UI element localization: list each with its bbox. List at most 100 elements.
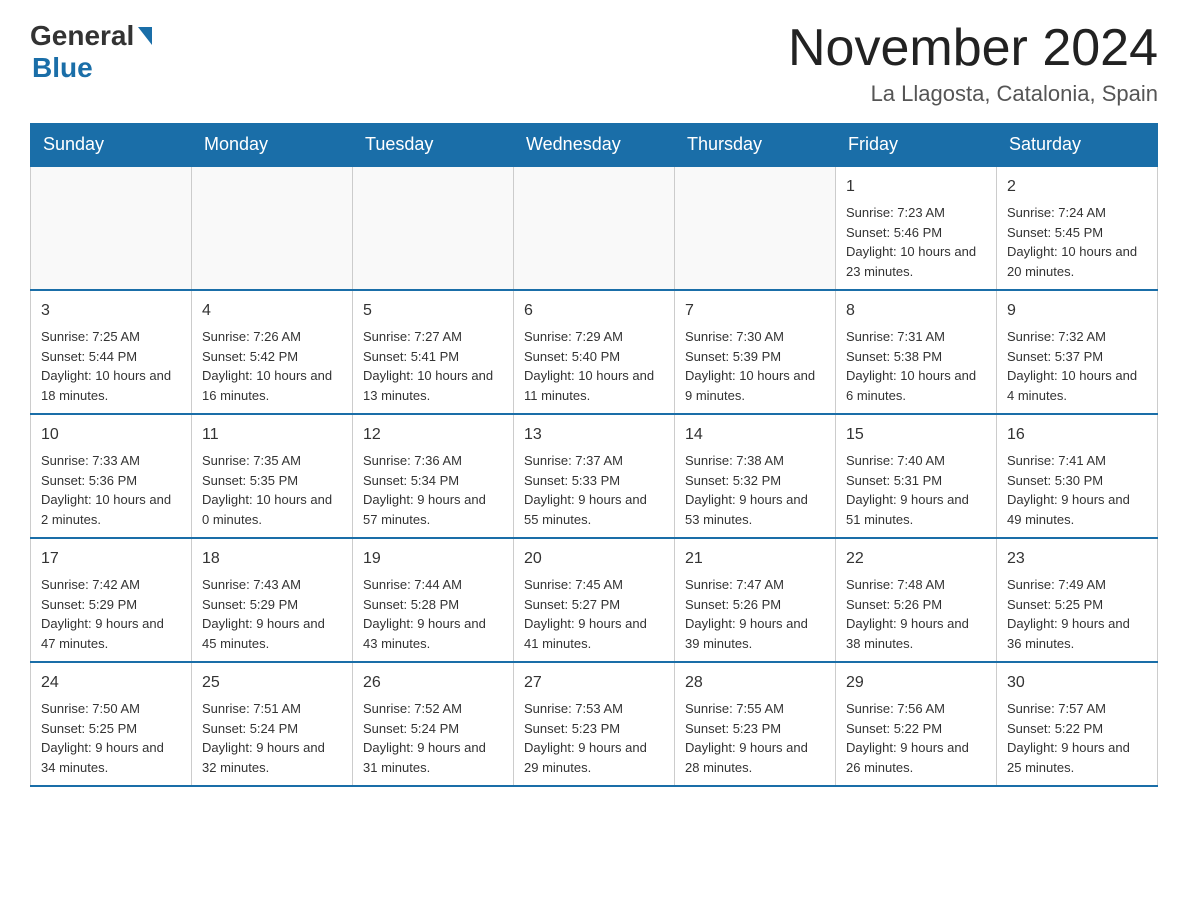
calendar-week-row: 1 Sunrise: 7:23 AM Sunset: 5:46 PM Daylight… [31, 166, 1158, 290]
sunrise-text: Sunrise: 7:32 AM [1007, 329, 1106, 344]
title-block: November 2024 La Llagosta, Catalonia, Sp… [788, 20, 1158, 107]
sunrise-text: Sunrise: 7:38 AM [685, 453, 784, 468]
calendar-table: Sunday Monday Tuesday Wednesday Thursday… [30, 123, 1158, 787]
sunset-text: Sunset: 5:39 PM [685, 349, 781, 364]
sunset-text: Sunset: 5:40 PM [524, 349, 620, 364]
sunset-text: Sunset: 5:46 PM [846, 225, 942, 240]
daylight-text: Daylight: 9 hours and 47 minutes. [41, 616, 164, 651]
daylight-text: Daylight: 10 hours and 0 minutes. [202, 492, 332, 527]
sunrise-text: Sunrise: 7:35 AM [202, 453, 301, 468]
sunset-text: Sunset: 5:31 PM [846, 473, 942, 488]
calendar-cell: 14Sunrise: 7:38 AMSunset: 5:32 PMDayligh… [675, 414, 836, 538]
sunrise-text: Sunrise: 7:45 AM [524, 577, 623, 592]
day-number: 13 [524, 423, 664, 447]
calendar-cell: 12Sunrise: 7:36 AMSunset: 5:34 PMDayligh… [353, 414, 514, 538]
calendar-cell [675, 166, 836, 290]
daylight-text: Daylight: 9 hours and 49 minutes. [1007, 492, 1130, 527]
calendar-cell: 15Sunrise: 7:40 AMSunset: 5:31 PMDayligh… [836, 414, 997, 538]
calendar-cell: 20Sunrise: 7:45 AMSunset: 5:27 PMDayligh… [514, 538, 675, 662]
calendar-cell [31, 166, 192, 290]
day-number: 11 [202, 423, 342, 447]
sunrise-text: Sunrise: 7:57 AM [1007, 701, 1106, 716]
daylight-text: Daylight: 9 hours and 34 minutes. [41, 740, 164, 775]
day-number: 19 [363, 547, 503, 571]
sunset-text: Sunset: 5:30 PM [1007, 473, 1103, 488]
calendar-cell: 3 Sunrise: 7:25 AM Sunset: 5:44 PM Daylight… [31, 290, 192, 414]
sunrise-text: Sunrise: 7:29 AM [524, 329, 623, 344]
sunrise-text: Sunrise: 7:47 AM [685, 577, 784, 592]
calendar-cell: 19Sunrise: 7:44 AMSunset: 5:28 PMDayligh… [353, 538, 514, 662]
col-friday: Friday [836, 124, 997, 167]
daylight-text: Daylight: 9 hours and 29 minutes. [524, 740, 647, 775]
sunrise-text: Sunrise: 7:26 AM [202, 329, 301, 344]
sunrise-text: Sunrise: 7:53 AM [524, 701, 623, 716]
daylight-text: Daylight: 10 hours and 20 minutes. [1007, 244, 1137, 279]
day-number: 3 [41, 299, 181, 323]
sunset-text: Sunset: 5:23 PM [524, 721, 620, 736]
day-number: 25 [202, 671, 342, 695]
calendar-cell: 11 Sunrise: 7:35 AM Sunset: 5:35 PM Dayligh… [192, 414, 353, 538]
sunset-text: Sunset: 5:29 PM [41, 597, 137, 612]
day-number: 8 [846, 299, 986, 323]
day-number: 4 [202, 299, 342, 323]
sunrise-text: Sunrise: 7:55 AM [685, 701, 784, 716]
days-of-week-row: Sunday Monday Tuesday Wednesday Thursday… [31, 124, 1158, 167]
sunset-text: Sunset: 5:45 PM [1007, 225, 1103, 240]
daylight-text: Daylight: 10 hours and 4 minutes. [1007, 368, 1137, 403]
sunrise-text: Sunrise: 7:51 AM [202, 701, 301, 716]
day-number: 1 [846, 175, 986, 199]
calendar-cell: 4Sunrise: 7:26 AMSunset: 5:42 PMDaylight… [192, 290, 353, 414]
sunset-text: Sunset: 5:33 PM [524, 473, 620, 488]
day-number: 26 [363, 671, 503, 695]
calendar-cell: 18Sunrise: 7:43 AMSunset: 5:29 PMDayligh… [192, 538, 353, 662]
sunset-text: Sunset: 5:41 PM [363, 349, 459, 364]
daylight-text: Daylight: 10 hours and 18 minutes. [41, 368, 171, 403]
calendar-week-row: 3 Sunrise: 7:25 AM Sunset: 5:44 PM Daylight… [31, 290, 1158, 414]
daylight-text: Daylight: 9 hours and 57 minutes. [363, 492, 486, 527]
daylight-text: Daylight: 9 hours and 38 minutes. [846, 616, 969, 651]
sunrise-text: Sunrise: 7:40 AM [846, 453, 945, 468]
sunset-text: Sunset: 5:36 PM [41, 473, 137, 488]
sunset-text: Sunset: 5:23 PM [685, 721, 781, 736]
calendar-header: Sunday Monday Tuesday Wednesday Thursday… [31, 124, 1158, 167]
col-monday: Monday [192, 124, 353, 167]
daylight-text: Daylight: 10 hours and 11 minutes. [524, 368, 654, 403]
day-number: 24 [41, 671, 181, 695]
logo-blue-text: Blue [32, 52, 93, 84]
logo-arrow-icon [138, 27, 152, 45]
calendar-cell: 6 Sunrise: 7:29 AM Sunset: 5:40 PM Daylight… [514, 290, 675, 414]
col-tuesday: Tuesday [353, 124, 514, 167]
col-saturday: Saturday [997, 124, 1158, 167]
daylight-text: Daylight: 9 hours and 32 minutes. [202, 740, 325, 775]
sunrise-text: Sunrise: 7:43 AM [202, 577, 301, 592]
sunrise-text: Sunrise: 7:31 AM [846, 329, 945, 344]
sunrise-text: Sunrise: 7:23 AM [846, 205, 945, 220]
calendar-cell: 9Sunrise: 7:32 AMSunset: 5:37 PMDaylight… [997, 290, 1158, 414]
sunset-text: Sunset: 5:22 PM [846, 721, 942, 736]
sunset-text: Sunset: 5:35 PM [202, 473, 298, 488]
sunset-text: Sunset: 5:44 PM [41, 349, 137, 364]
calendar-cell: 30Sunrise: 7:57 AMSunset: 5:22 PMDayligh… [997, 662, 1158, 786]
day-number: 6 [524, 299, 664, 323]
calendar-cell [353, 166, 514, 290]
day-number: 14 [685, 423, 825, 447]
daylight-text: Daylight: 9 hours and 39 minutes. [685, 616, 808, 651]
day-number: 10 [41, 423, 181, 447]
sunset-text: Sunset: 5:29 PM [202, 597, 298, 612]
calendar-cell: 28Sunrise: 7:55 AMSunset: 5:23 PMDayligh… [675, 662, 836, 786]
sunrise-text: Sunrise: 7:25 AM [41, 329, 140, 344]
daylight-text: Daylight: 9 hours and 25 minutes. [1007, 740, 1130, 775]
sunrise-text: Sunrise: 7:56 AM [846, 701, 945, 716]
logo-general-text: General [30, 20, 134, 52]
daylight-text: Daylight: 9 hours and 45 minutes. [202, 616, 325, 651]
daylight-text: Daylight: 10 hours and 9 minutes. [685, 368, 815, 403]
sunrise-text: Sunrise: 7:36 AM [363, 453, 462, 468]
sunset-text: Sunset: 5:25 PM [41, 721, 137, 736]
sunset-text: Sunset: 5:27 PM [524, 597, 620, 612]
calendar-cell [192, 166, 353, 290]
daylight-text: Daylight: 9 hours and 26 minutes. [846, 740, 969, 775]
sunset-text: Sunset: 5:24 PM [363, 721, 459, 736]
sunrise-text: Sunrise: 7:50 AM [41, 701, 140, 716]
day-number: 27 [524, 671, 664, 695]
daylight-text: Daylight: 9 hours and 31 minutes. [363, 740, 486, 775]
